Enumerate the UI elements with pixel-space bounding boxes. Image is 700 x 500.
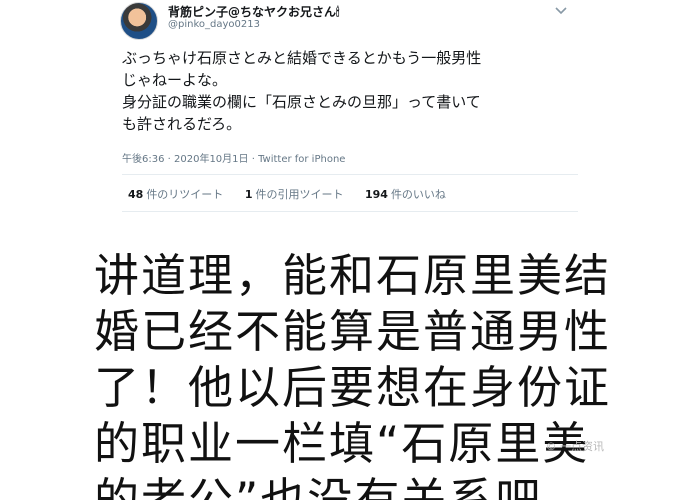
retweet-count-label: 件のリツイート [146, 188, 224, 201]
retweet-count-value: 48 [128, 188, 144, 201]
caption-line: 婚已经不能算是普通男性 [94, 305, 612, 358]
display-name[interactable]: 背筋ピン子@ちなヤクお兄さん🕯 [168, 3, 339, 20]
tweet-line: も許されるだろ。 [122, 115, 242, 133]
watermark: © 一点资讯 [545, 440, 605, 453]
quote-tweet-count[interactable]: 1 件の引用ツイート [245, 188, 344, 201]
quote-count-label: 件の引用ツイート [255, 188, 344, 201]
tweet-line: じゃねーよな。 [122, 71, 228, 89]
user-handle[interactable]: @pinko_dayo0213 [168, 19, 260, 30]
caption-line: 讲道理，能和石原里美结 [94, 249, 612, 302]
like-count-label: 件のいいね [390, 188, 446, 201]
divider [122, 211, 578, 212]
avatar[interactable] [120, 2, 158, 40]
like-count[interactable]: 194 件のいいね [365, 188, 446, 201]
chevron-down-icon[interactable] [554, 6, 568, 16]
caption-line: 的老公”也没有关系吧 [94, 473, 543, 500]
caption-text: 讲道理，能和石原里美结 婚已经不能算是普通男性 了！他以后要想在身份证 的职业一… [94, 248, 634, 500]
tweet-line: ぶっちゃけ石原さとみと結婚できるとかもう一般男性 [122, 49, 482, 67]
divider [122, 174, 578, 175]
quote-count-value: 1 [244, 188, 253, 201]
retweet-count[interactable]: 48 件のリツイート [128, 188, 223, 201]
tweet-card: 背筋ピン子@ちなヤクお兄さん🕯 @pinko_dayo0213 ぶっちゃけ石原さ… [108, 0, 578, 212]
like-count-value: 194 [364, 188, 388, 201]
tweet-text: ぶっちゃけ石原さとみと結婚できるとかもう一般男性 じゃねーよな。 身分証の職業の… [122, 47, 562, 135]
tweet-line: 身分証の職業の欄に「石原さとみの旦那」って書いて [122, 93, 481, 111]
caption-line: 了！他以后要想在身份证 [94, 361, 612, 414]
tweet-stats: 48 件のリツイート 1 件の引用ツイート 194 件のいいね [128, 186, 464, 202]
tweet-timestamp[interactable]: 午後6:36 · 2020年10月1日 · Twitter for iPhone [122, 150, 345, 165]
